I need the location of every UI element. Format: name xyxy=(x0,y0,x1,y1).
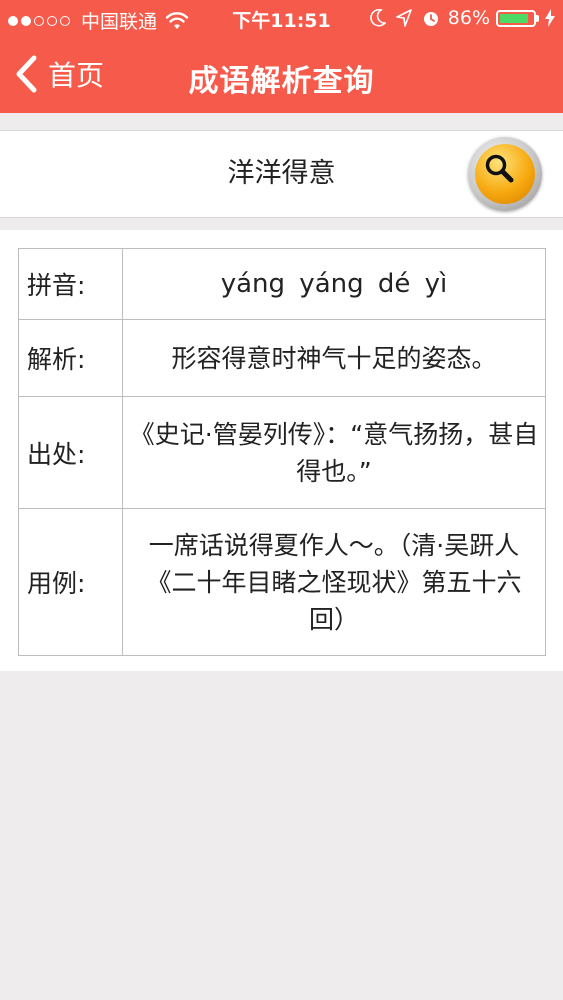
example-value: 一席话说得夏作人～。（清·吴趼人《二十年目睹之怪现状》第五十六回） xyxy=(122,508,546,656)
table-row-example: 用例: 一席话说得夏作人～。（清·吴趼人《二十年目睹之怪现状》第五十六回） xyxy=(18,508,546,656)
source-label: 出处: xyxy=(18,396,123,509)
status-right: 86% xyxy=(360,7,555,29)
table-row-pinyin: 拼音: yáng yáng dé yì xyxy=(18,248,546,320)
top-bar: 中国联通 下午11:51 86% 首页 成语解析查询 xyxy=(0,0,563,113)
status-bar: 中国联通 下午11:51 86% xyxy=(0,0,563,36)
charging-icon xyxy=(545,9,555,27)
alarm-icon xyxy=(423,12,438,26)
battery-tip xyxy=(536,14,539,22)
table-row-source: 出处: 《史记·管晏列传》：“意气扬扬，甚自得也。” xyxy=(18,396,546,509)
pinyin-label: 拼音: xyxy=(18,248,123,320)
explanation-label: 解析: xyxy=(18,319,123,397)
page-title: 成语解析查询 xyxy=(188,64,375,99)
battery-icon xyxy=(496,9,536,27)
example-label: 用例: xyxy=(18,508,123,656)
navigation-bar: 首页 成语解析查询 xyxy=(0,40,563,110)
explanation-value: 形容得意时神气十足的姿态。 xyxy=(122,319,546,397)
pinyin-value: yáng yáng dé yì xyxy=(122,248,546,320)
battery-percent: 86% xyxy=(447,7,490,29)
table-row-explanation: 解析: 形容得意时神气十足的姿态。 xyxy=(18,319,546,397)
search-icon xyxy=(485,154,514,183)
result-table: 拼音: yáng yáng dé yì 解析: 形容得意时神气十足的姿态。 出处… xyxy=(18,248,546,656)
search-button[interactable] xyxy=(468,137,542,211)
result-card: 拼音: yáng yáng dé yì 解析: 形容得意时神气十足的姿态。 出处… xyxy=(0,230,563,671)
search-row xyxy=(0,130,563,218)
battery-fill xyxy=(500,13,528,23)
moon-icon xyxy=(370,9,386,27)
location-icon xyxy=(395,9,412,27)
source-value: 《史记·管晏列传》：“意气扬扬，甚自得也。” xyxy=(122,396,546,509)
